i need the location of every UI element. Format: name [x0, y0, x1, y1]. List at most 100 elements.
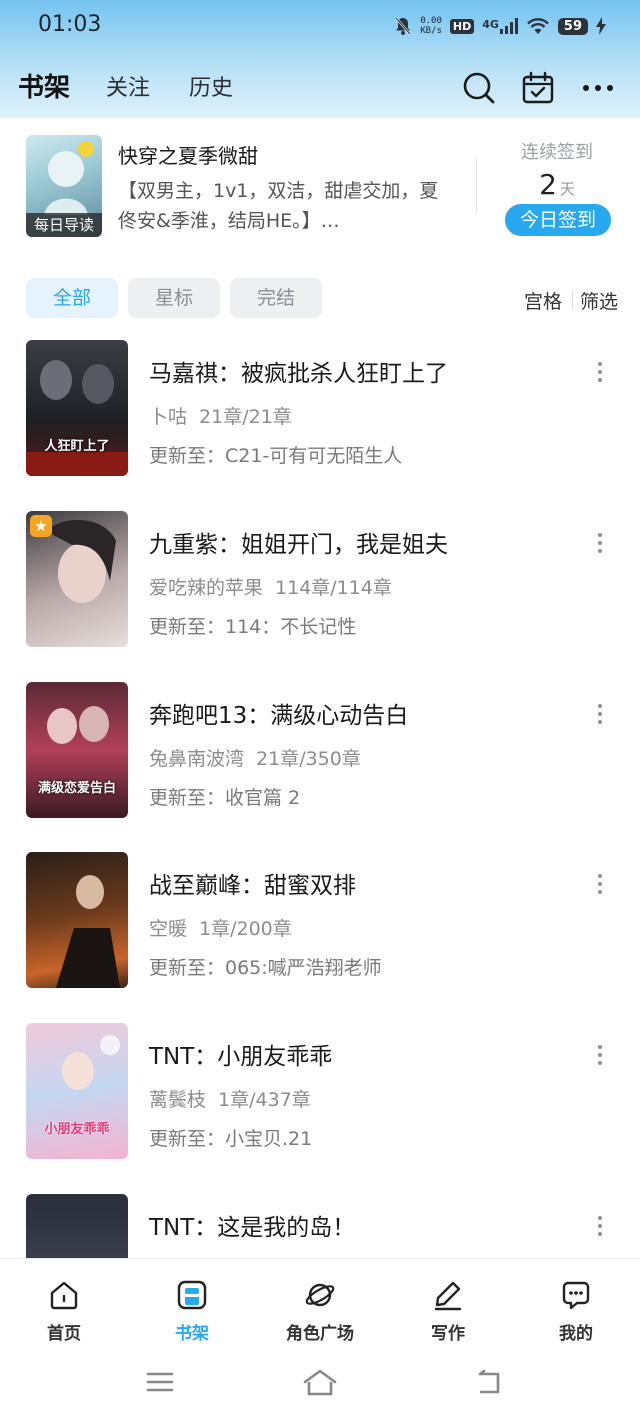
nav-write[interactable]: 写作	[384, 1259, 512, 1349]
checkin-label: 连续签到	[521, 142, 593, 163]
book-update: 更新至：114：不长记性	[149, 616, 357, 638]
hd-badge: HD	[449, 18, 475, 34]
book-cover[interactable]: ★	[26, 511, 128, 647]
filter-starred[interactable]: 星标	[128, 278, 220, 318]
daily-guide-card[interactable]: 每日导读 快穿之夏季微甜 【双男主，1v1，双洁，甜虐交加，夏佟安&季淮，结局H…	[0, 118, 640, 258]
nav-home[interactable]: 首页	[0, 1259, 128, 1349]
planet-icon	[305, 1283, 335, 1307]
cover-art	[62, 1035, 120, 1090]
nav-mine[interactable]: 我的	[512, 1259, 640, 1349]
nav-bookshelf[interactable]: 书架	[128, 1259, 256, 1349]
book-meta: 爱吃辣的苹果 114章/114章	[149, 573, 392, 600]
book-meta: 空暖 1章/200章	[149, 914, 292, 941]
more-vertical-icon[interactable]	[590, 700, 610, 724]
net-speed: 0.00 KB/s	[420, 16, 442, 36]
more-vertical-icon[interactable]	[590, 870, 610, 894]
view-separator	[572, 290, 573, 310]
filter-all[interactable]: 全部	[26, 278, 118, 318]
book-title[interactable]: 战至巅峰：甜蜜双排	[149, 866, 356, 900]
bell-off-icon	[395, 17, 412, 35]
book-item[interactable]: ★ 九重紫：姐姐开门，我是姐夫 爱吃辣的苹果 114章/114章 更新至：114：…	[0, 511, 640, 661]
book-chapters: 21章/350章	[256, 748, 361, 770]
filter-completed[interactable]: 完结	[230, 278, 322, 318]
checkin-button[interactable]: 今日签到	[505, 204, 611, 236]
cover-text: 满级恋爱告白	[37, 781, 116, 796]
charging-icon	[596, 17, 606, 35]
book-update: 更新至：收官篇 2	[149, 787, 301, 809]
tab-bookshelf[interactable]: 书架	[18, 67, 70, 104]
book-title[interactable]: TNT：小朋友乖乖	[149, 1037, 332, 1071]
net-speed-value: 0.00	[420, 16, 442, 26]
tab-following[interactable]: 关注	[106, 70, 150, 102]
book-item[interactable]: 小朋友乖乖 TNT：小朋友乖乖 蓠鬓枝 1章/437章 更新至：小宝贝.21	[0, 1023, 640, 1173]
book-author: 兔鼻南波湾	[149, 748, 245, 770]
book-cover[interactable]	[26, 852, 128, 988]
book-chapters: 21章/21章	[199, 406, 292, 428]
status-time: 01:03	[38, 12, 102, 37]
bottom-nav: 首页 书架 角色广场 写作 我的	[0, 1258, 640, 1349]
cell-signal-icon	[499, 18, 518, 34]
nav-label: 书架	[175, 1324, 209, 1344]
more-vertical-icon[interactable]	[590, 358, 610, 382]
home-icon[interactable]	[302, 1368, 338, 1398]
nav-label: 角色广场	[286, 1324, 354, 1344]
net-speed-unit: KB/s	[420, 26, 442, 36]
checkin-days-count: 2	[539, 168, 557, 201]
more-horizontal-icon[interactable]	[581, 71, 615, 105]
checkin-days-unit: 天	[559, 180, 575, 198]
cover-text: 人狂盯上了	[44, 439, 110, 454]
more-vertical-icon[interactable]	[590, 529, 610, 553]
book-item[interactable]: 战至巅峰：甜蜜双排 空暖 1章/200章 更新至：065:喊严浩翔老师	[0, 852, 640, 1002]
book-title[interactable]: 九重紫：姐姐开门，我是姐夫	[149, 525, 448, 559]
status-bar: 01:03 0.00 KB/s HD 4G 59	[0, 0, 640, 52]
book-author: 空暖	[149, 918, 188, 940]
book-chapters: 1章/437章	[218, 1089, 311, 1111]
book-meta: 蓠鬓枝 1章/437章	[149, 1085, 311, 1112]
book-update: 更新至：小宝贝.21	[149, 1128, 313, 1150]
back-icon[interactable]	[474, 1368, 504, 1396]
cover-art	[47, 706, 109, 744]
nav-character-plaza[interactable]: 角色广场	[256, 1259, 384, 1349]
pen-icon	[434, 1281, 462, 1311]
book-chapters: 114章/114章	[275, 577, 392, 599]
signal-indicator: 4G	[482, 18, 518, 34]
book-item[interactable]: 满级恋爱告白 奔跑吧13：满级心动告白 兔鼻南波湾 21章/350章 更新至：收官…	[0, 682, 640, 832]
daily-guide-badge: 每日导读	[26, 213, 102, 237]
system-nav-bar	[0, 1348, 640, 1422]
featured-cover[interactable]: 每日导读	[26, 135, 102, 237]
search-icon[interactable]	[462, 71, 496, 105]
book-author: 爱吃辣的苹果	[149, 577, 264, 599]
nav-label: 我的	[559, 1324, 593, 1344]
battery-level: 59	[557, 17, 588, 35]
book-title[interactable]: TNT：这是我的岛！	[149, 1208, 355, 1242]
more-vertical-icon[interactable]	[590, 1041, 610, 1065]
cover-art	[26, 360, 128, 476]
star-icon: ★	[30, 515, 52, 537]
divider	[476, 158, 477, 214]
book-cover[interactable]: 满级恋爱告白	[26, 682, 128, 818]
chat-bubble-icon	[562, 1281, 590, 1310]
book-item[interactable]: 人狂盯上了 马嘉祺：被疯批杀人狂盯上了 卜咕 21章/21章 更新至：C21-可有…	[0, 340, 640, 490]
more-vertical-icon[interactable]	[590, 1212, 610, 1236]
book-meta: 卜咕 21章/21章	[149, 402, 292, 429]
book-cover[interactable]: 小朋友乖乖	[26, 1023, 128, 1159]
wifi-icon	[527, 18, 549, 34]
cover-text: 小朋友乖乖	[44, 1122, 110, 1137]
grid-view-button[interactable]: 宫格	[524, 287, 562, 314]
app-header: 书架 关注 历史	[0, 60, 640, 114]
calendar-check-icon[interactable]	[521, 71, 555, 105]
book-title[interactable]: 奔跑吧13：满级心动告白	[149, 696, 408, 730]
book-chapters: 1章/200章	[199, 918, 292, 940]
book-title[interactable]: 马嘉祺：被疯批杀人狂盯上了	[149, 354, 448, 388]
book-cover[interactable]: 人狂盯上了	[26, 340, 128, 476]
book-meta: 兔鼻南波湾 21章/350章	[149, 744, 361, 771]
filter-button[interactable]: 筛选	[580, 287, 618, 314]
menu-icon[interactable]	[146, 1368, 174, 1396]
tab-history[interactable]: 历史	[189, 70, 233, 102]
featured-description: 【双男主，1v1，双洁，甜虐交加，夏佟安&季淮，结局HE。】…	[118, 180, 439, 232]
book-author: 蓠鬓枝	[149, 1089, 207, 1111]
status-icons: 0.00 KB/s HD 4G 59	[394, 13, 606, 39]
featured-title[interactable]: 快穿之夏季微甜	[118, 140, 258, 169]
signal-label: 4G	[482, 18, 499, 31]
nav-label: 写作	[431, 1324, 465, 1344]
